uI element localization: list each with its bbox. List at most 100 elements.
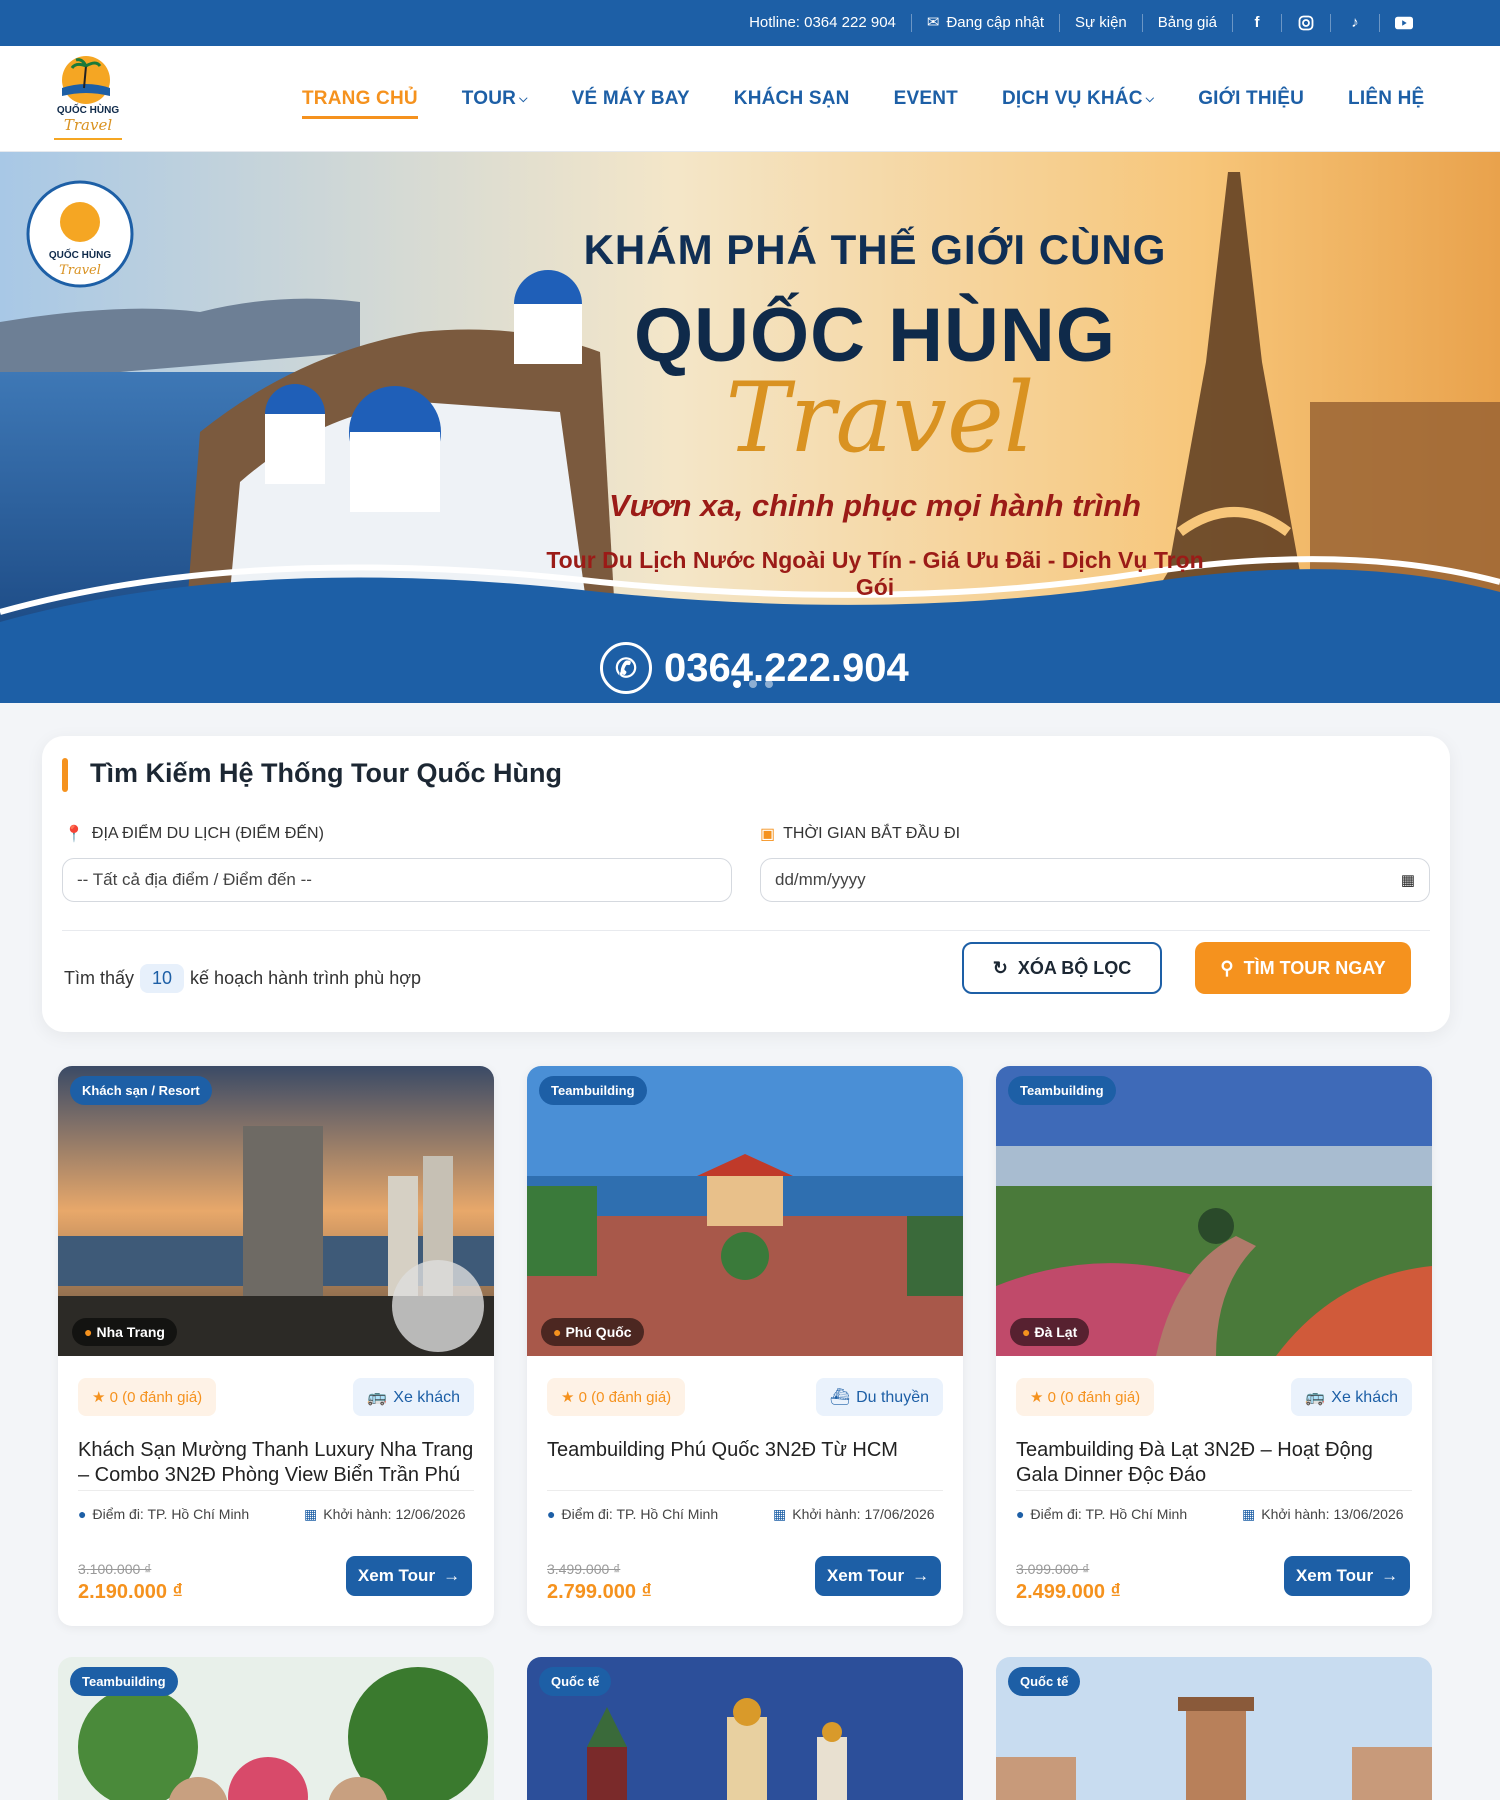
- nav-tour-label: TOUR: [461, 88, 517, 109]
- banner-phone-number: 0364.222.904: [664, 645, 909, 690]
- rating-badge: ★ 0 (0 đánh giá): [78, 1378, 217, 1416]
- find-tour-label: TÌM TOUR NGAY: [1243, 957, 1386, 978]
- svg-text:QUỐC HÙNG: QUỐC HÙNG: [49, 247, 111, 261]
- departure-date-text: Khởi hành: 12/06/2026: [323, 1506, 466, 1522]
- events-link[interactable]: Sự kiện: [1059, 14, 1142, 32]
- old-price: 3.499.000 ₫: [547, 1561, 621, 1577]
- divider: [62, 930, 1430, 931]
- banner-phone[interactable]: ✆ 0364.222.904: [600, 642, 909, 694]
- rating-badge: ★ 0 (0 đánh giá): [1016, 1378, 1155, 1416]
- old-price: 3.100.000 ₫: [78, 1561, 152, 1577]
- search-title: Tìm Kiếm Hệ Thống Tour Quốc Hùng: [90, 758, 562, 788]
- location-pin-icon: ●: [1022, 1324, 1031, 1340]
- pricing-text: Bảng giá: [1157, 14, 1217, 31]
- pricing-link[interactable]: Bảng giá: [1141, 14, 1232, 32]
- location-pin-icon: ●: [547, 1506, 556, 1522]
- date-input[interactable]: dd/mm/yyyy ▦: [760, 858, 1430, 902]
- tour-image[interactable]: [527, 1066, 963, 1356]
- location-pin-icon: 📍: [64, 826, 84, 843]
- header: QUỐC HÙNG Travel TRANG CHỦ TOUR ⌵ VÉ MÁY …: [0, 46, 1500, 152]
- price: 2.499.000 ₫: [1016, 1581, 1121, 1603]
- updating-link[interactable]: ✉ Đang cập nhật: [910, 14, 1059, 32]
- date-placeholder: dd/mm/yyyy: [775, 870, 866, 889]
- instagram-icon: [1297, 14, 1315, 32]
- banner-travel: Travel: [725, 362, 1035, 474]
- clear-filter-label: XÓA BỘ LỌC: [1017, 957, 1132, 978]
- nav-about[interactable]: GIỚI THIỆU: [1198, 88, 1304, 110]
- departure-point: ● Điểm đi: TP. Hồ Chí Minh: [78, 1506, 249, 1522]
- old-price: 3.099.000 ₫: [1016, 1561, 1090, 1577]
- tour-card[interactable]: Quốc tế: [996, 1657, 1432, 1800]
- nav-services[interactable]: DỊCH VỤ KHÁC ⌵: [1002, 88, 1154, 110]
- calendar-icon: ▦: [773, 1506, 787, 1522]
- vehicle-badge: ⛴ Du thuyền: [815, 1378, 943, 1416]
- destination-select[interactable]: -- Tất cả địa điểm / Điểm đến --: [62, 858, 732, 902]
- departure-point-text: Điểm đi: TP. Hồ Chí Minh: [561, 1506, 719, 1522]
- youtube-link[interactable]: [1379, 14, 1428, 32]
- tour-search-panel: Tìm Kiếm Hệ Thống Tour Quốc Hùng 📍 ĐỊA ĐI…: [42, 736, 1450, 1032]
- nav-home[interactable]: TRANG CHỦ: [302, 88, 418, 119]
- divider: [78, 1490, 474, 1491]
- tour-card[interactable]: Teambuilding ● Phú Quốc ★ 0 (0 đánh giá) …: [527, 1066, 963, 1626]
- clear-filter-button[interactable]: ↻ XÓA BỘ LỌC: [962, 942, 1162, 994]
- view-tour-button[interactable]: Xem Tour →: [346, 1556, 472, 1596]
- tour-card[interactable]: Quốc tế: [527, 1657, 963, 1800]
- search-icon: ⚲: [1220, 957, 1234, 978]
- tour-card[interactable]: Khách sạn / Resort ● Nha Trang ★ 0 (0 đán…: [58, 1066, 494, 1626]
- view-tour-button[interactable]: Xem Tour →: [1284, 1556, 1410, 1596]
- location-tag: ● Đà Lạt: [1010, 1318, 1090, 1346]
- category-badge: Teambuilding: [70, 1667, 178, 1696]
- tour-title[interactable]: Teambuilding Phú Quốc 3N2Đ Từ HCM: [547, 1438, 943, 1463]
- title-accent-bar: [62, 758, 68, 792]
- hotline-text: Hotline: 0364 222 904: [749, 14, 896, 31]
- departure-point-text: Điểm đi: TP. Hồ Chí Minh: [1030, 1506, 1188, 1522]
- nav-event[interactable]: EVENT: [894, 88, 958, 110]
- rating-badge: ★ 0 (0 đánh giá): [547, 1378, 686, 1416]
- date-label: ▣ THỜI GIAN BẮT ĐẦU ĐI: [760, 824, 960, 844]
- calendar-icon: ▣: [760, 826, 776, 843]
- arrow-right-icon: →: [912, 1566, 930, 1585]
- nav-flight[interactable]: VÉ MÁY BAY: [572, 88, 690, 110]
- instagram-link[interactable]: [1281, 14, 1330, 32]
- mail-icon: ✉: [926, 14, 940, 31]
- divider: [547, 1490, 943, 1491]
- destination-label-text: ĐỊA ĐIỂM DU LỊCH (ĐIỂM ĐẾN): [91, 825, 324, 842]
- hotline[interactable]: Hotline: 0364 222 904: [734, 14, 911, 32]
- tour-card[interactable]: Teambuilding ● Đà Lạt ★ 0 (0 đánh giá) 🚌 X…: [996, 1066, 1432, 1626]
- departure-date: ▦ Khởi hành: 13/06/2026: [1242, 1506, 1404, 1523]
- departure-date-text: Khởi hành: 17/06/2026: [792, 1506, 935, 1522]
- tour-card[interactable]: Teambuilding: [58, 1657, 494, 1800]
- vehicle-badge: 🚌 Xe khách: [353, 1378, 474, 1416]
- view-tour-button[interactable]: Xem Tour →: [815, 1556, 941, 1596]
- calendar-picker-icon[interactable]: ▦: [1401, 871, 1415, 889]
- destination-label: 📍 ĐỊA ĐIỂM DU LỊCH (ĐIỂM ĐẾN): [64, 824, 324, 844]
- view-tour-label: Xem Tour: [826, 1566, 905, 1585]
- nav-hotel[interactable]: KHÁCH SẠN: [734, 88, 850, 110]
- youtube-icon: [1395, 14, 1413, 32]
- updating-text: Đang cập nhật: [946, 14, 1045, 31]
- nav-tour[interactable]: TOUR ⌵: [462, 88, 528, 110]
- find-tour-button[interactable]: ⚲ TÌM TOUR NGAY: [1195, 942, 1411, 994]
- bus-icon: 🚌: [1305, 1389, 1326, 1406]
- nav-contact[interactable]: LIÊN HỆ: [1348, 88, 1424, 110]
- found-count-badge: 10: [140, 964, 185, 993]
- tour-image[interactable]: [58, 1066, 494, 1356]
- facebook-link[interactable]: f: [1232, 14, 1281, 32]
- arrow-right-icon: →: [443, 1566, 461, 1585]
- tour-image[interactable]: [996, 1066, 1432, 1356]
- site-logo[interactable]: QUỐC HÙNG Travel: [48, 52, 128, 146]
- svg-text:QUỐC HÙNG: QUỐC HÙNG: [57, 102, 119, 116]
- nav-services-label: DỊCH VỤ KHÁC: [1001, 88, 1143, 109]
- ship-icon: ⛴: [829, 1389, 851, 1406]
- price: 2.190.000 ₫: [78, 1581, 183, 1603]
- tiktok-link[interactable]: ♪: [1330, 14, 1379, 32]
- result-count: Tìm thấy 10 kế hoạch hành trình phù hợp: [64, 964, 421, 993]
- tour-title[interactable]: Teambuilding Đà Lạt 3N2Đ – Hoạt Động Gal…: [1016, 1438, 1412, 1488]
- location-tag: ● Nha Trang: [72, 1318, 177, 1346]
- location-pin-icon: ●: [1016, 1506, 1025, 1522]
- departure-date-text: Khởi hành: 13/06/2026: [1261, 1506, 1404, 1522]
- chevron-down-icon: ⌵: [519, 93, 528, 105]
- departure-point-text: Điểm đi: TP. Hồ Chí Minh: [92, 1506, 250, 1522]
- hero-banner[interactable]: QUỐC HÙNG Travel KHÁM PHÁ THẾ GIỚI CÙNG …: [0, 152, 1500, 703]
- tour-title[interactable]: Khách Sạn Mường Thanh Luxury Nha Trang –…: [78, 1438, 474, 1488]
